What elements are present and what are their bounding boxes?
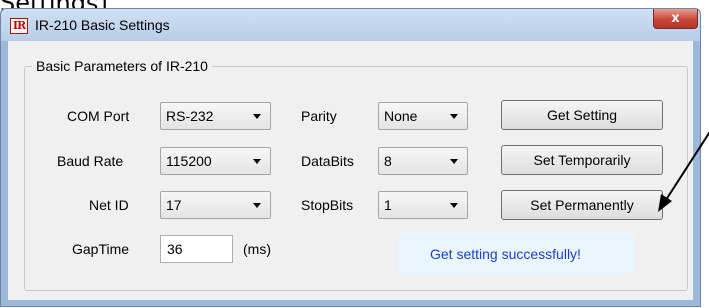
chevron-down-icon [450,114,458,119]
chevron-down-icon [253,203,261,208]
parity-value: None [384,108,418,124]
stopbits-select[interactable]: 1 [378,191,468,219]
parity-label: Parity [301,108,337,124]
group-title: Basic Parameters of IR-210 [32,58,212,74]
title-bar[interactable]: IR IR-210 Basic Settings x [1,9,700,41]
parity-select[interactable]: None [378,102,468,130]
close-button[interactable]: x [653,9,698,29]
databits-select[interactable]: 8 [378,147,468,175]
baud-rate-select[interactable]: 115200 [160,147,271,175]
set-permanently-button[interactable]: Set Permanently [501,190,663,220]
com-port-value: RS-232 [166,108,214,124]
app-logo-icon: IR [10,18,28,34]
gap-time-label: GapTime [72,241,130,257]
databits-label: DataBits [301,153,354,169]
status-message: Get setting successfully! [430,246,581,262]
set-temporarily-button[interactable]: Set Temporarily [501,145,663,175]
chevron-down-icon [253,114,261,119]
com-port-label: COM Port [67,108,130,124]
chevron-down-icon [450,203,458,208]
get-setting-button[interactable]: Get Setting [501,100,663,130]
baud-rate-label: Baud Rate [57,153,124,169]
com-port-select[interactable]: RS-232 [160,102,271,130]
net-id-label: Net ID [89,197,129,213]
gap-time-unit: (ms) [243,241,271,257]
baud-rate-value: 115200 [166,153,212,169]
chevron-down-icon [450,159,458,164]
window-title: IR-210 Basic Settings [35,17,170,33]
chevron-down-icon [253,159,261,164]
gap-time-input[interactable] [160,235,233,263]
net-id-select[interactable]: 17 [160,191,271,219]
stopbits-label: StopBits [301,197,354,213]
stopbits-value: 1 [384,197,392,213]
gap-time-field[interactable] [161,236,232,262]
databits-value: 8 [384,153,392,169]
net-id-value: 17 [166,197,182,213]
